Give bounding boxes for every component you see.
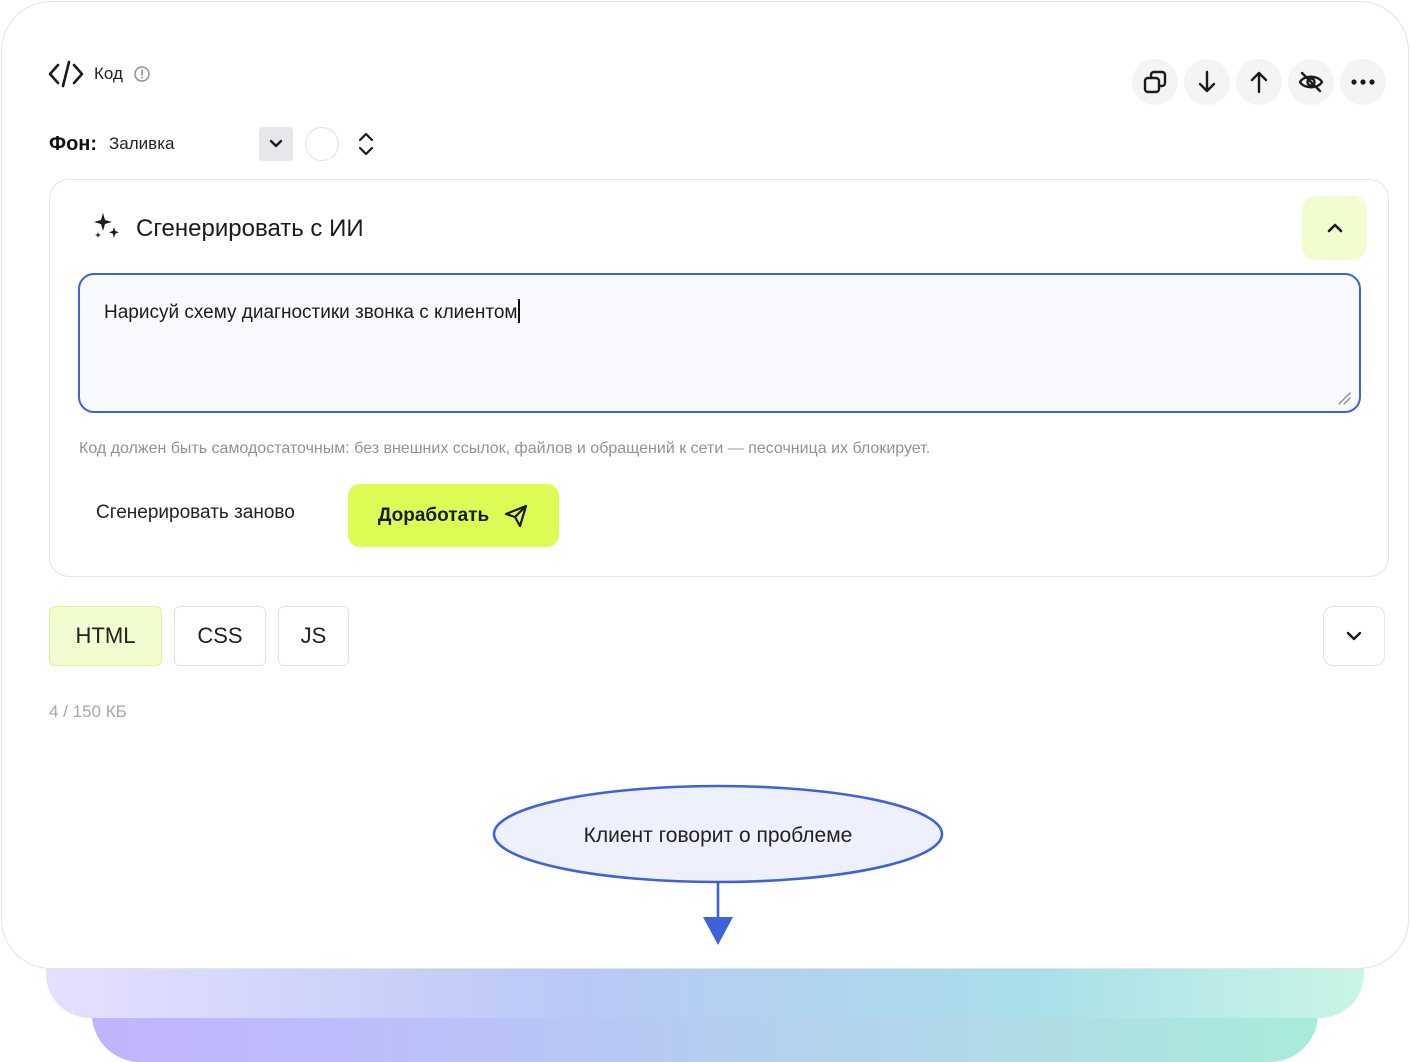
- duplicate-button[interactable]: [1132, 59, 1178, 105]
- chevron-down-icon: [1346, 631, 1362, 641]
- diagram-node-label: Клиент говорит о проблеме: [584, 824, 853, 847]
- collapse-ai-panel-button[interactable]: [1302, 196, 1367, 260]
- code-size-info: 4 / 150 КБ: [49, 702, 127, 721]
- sandbox-hint: Код должен быть самодостаточным: без вне…: [79, 440, 931, 457]
- ai-panel-header: Сгенерировать с ИИ: [92, 210, 364, 247]
- arrow-down-icon: [1198, 70, 1216, 93]
- ai-generate-panel: Сгенерировать с ИИ Нарисуй схему диагнос…: [49, 179, 1389, 577]
- preview-diagram: Клиент говорит о проблеме: [492, 784, 944, 945]
- expand-code-button[interactable]: [1323, 606, 1385, 666]
- move-down-button[interactable]: [1184, 59, 1230, 105]
- ai-panel-title: Сгенерировать с ИИ: [136, 214, 364, 242]
- refine-button[interactable]: Доработать: [348, 484, 559, 547]
- regenerate-button[interactable]: Сгенерировать заново: [96, 502, 295, 524]
- tab-html[interactable]: HTML: [49, 606, 162, 666]
- prompt-text: Нарисуй схему диагностики звонка с клиен…: [104, 302, 518, 323]
- diagram-arrowhead: [703, 917, 733, 945]
- tab-js[interactable]: JS: [278, 606, 349, 666]
- tab-css[interactable]: CSS: [174, 606, 266, 666]
- move-up-button[interactable]: [1236, 59, 1282, 105]
- arrow-up-icon: [1250, 71, 1268, 94]
- info-icon[interactable]: [133, 65, 151, 83]
- more-dots-icon: [1351, 79, 1375, 85]
- refine-button-label: Доработать: [377, 504, 490, 526]
- duplicate-icon: [1143, 70, 1167, 94]
- more-button[interactable]: [1340, 59, 1386, 105]
- prompt-input[interactable]: Нарисуй схему диагностики звонка с клиен…: [78, 273, 1361, 413]
- eye-off-icon: [1298, 71, 1324, 93]
- send-icon: [505, 504, 528, 527]
- resize-handle-icon[interactable]: [1337, 391, 1351, 405]
- block-toolbar: [1132, 59, 1386, 105]
- chevron-up-down-icon[interactable]: [357, 131, 375, 157]
- color-swatch[interactable]: [305, 127, 340, 161]
- background-label: Фон:: [49, 132, 98, 155]
- text-caret: [518, 299, 521, 323]
- background-value[interactable]: Заливка: [109, 134, 259, 154]
- sparkles-icon: [92, 210, 122, 247]
- chevron-down-icon: [269, 139, 283, 148]
- block-header: Код: [48, 60, 151, 88]
- background-setting: Фон: Заливка: [49, 126, 375, 162]
- background-select-button[interactable]: [259, 127, 294, 161]
- code-icon: [48, 60, 84, 88]
- code-block-card: Код Фон: Заливка Сгенерировать с ИИ Нари…: [1, 1, 1409, 969]
- hide-button[interactable]: [1288, 59, 1334, 105]
- chevron-up-icon: [1327, 223, 1342, 233]
- code-tabs: HTML CSS JS: [49, 606, 349, 666]
- block-title: Код: [94, 64, 123, 83]
